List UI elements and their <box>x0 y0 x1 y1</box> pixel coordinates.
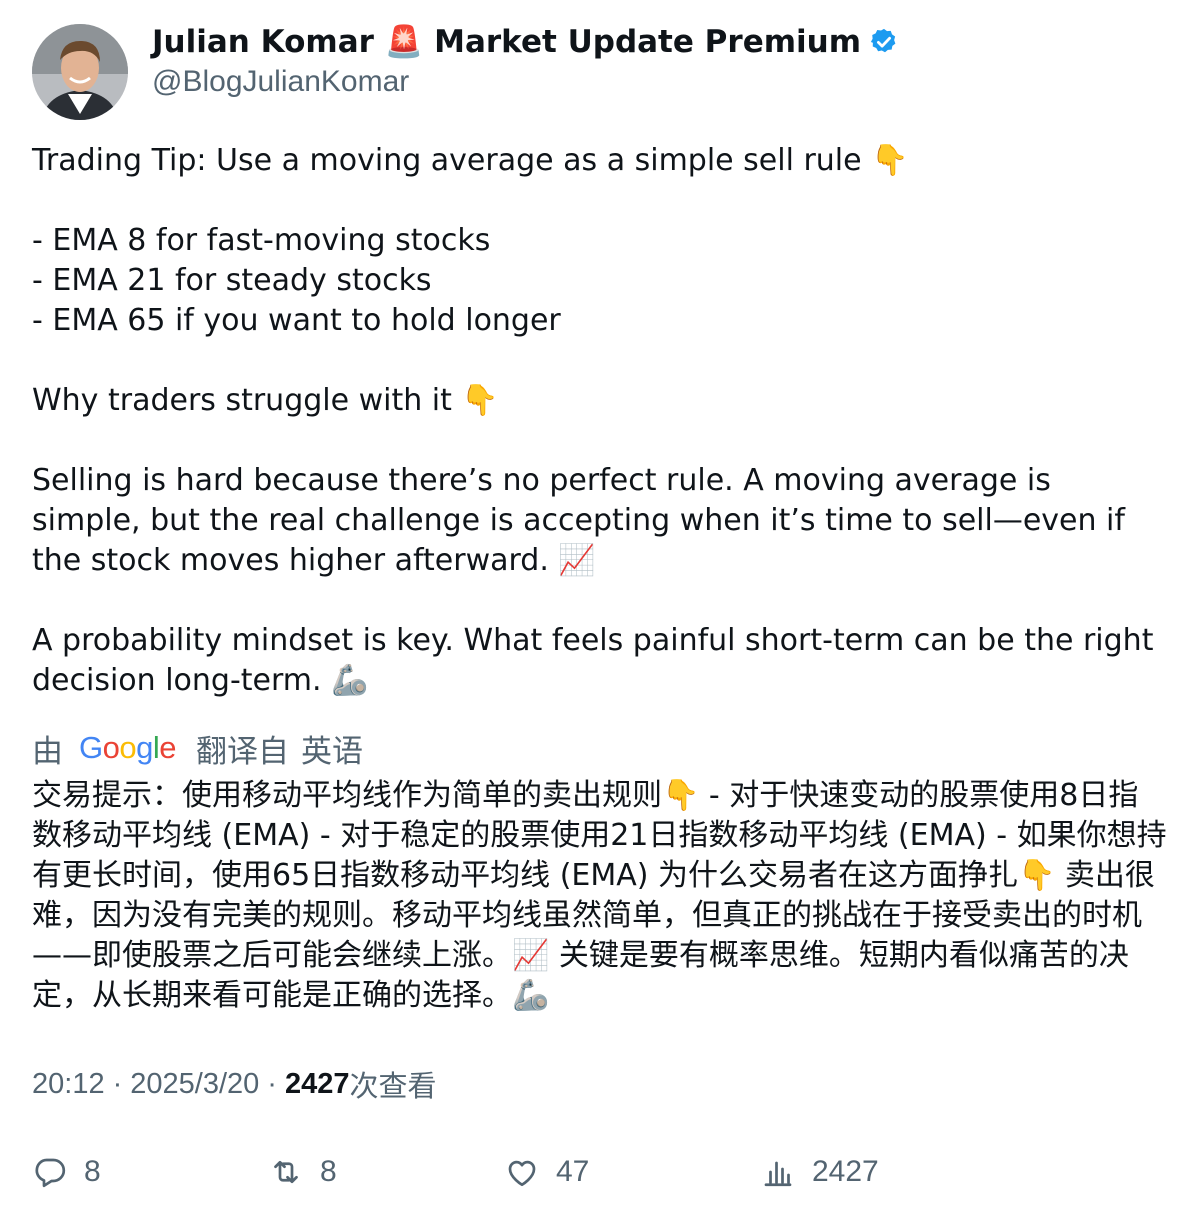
reply-count: 8 <box>84 1155 101 1188</box>
author-handle[interactable]: @BlogJulianKomar <box>152 64 899 100</box>
tweet-time[interactable]: 20:12 <box>32 1068 105 1101</box>
reply-icon <box>35 1158 66 1188</box>
tweet-text: Trading Tip: Use a moving average as a s… <box>32 143 1154 698</box>
views-count: 2427 <box>284 1067 350 1100</box>
separator: · <box>267 1067 277 1100</box>
like-icon <box>508 1160 536 1187</box>
views-button[interactable]: 2427 <box>760 1150 879 1194</box>
reply-button[interactable]: 8 <box>32 1150 101 1194</box>
tweet-header: Julian Komar 🚨 Market Update Premium @Bl… <box>32 24 1164 124</box>
tweet-metadata: 20:12 · 2025/3/20 · 2427 次查看 <box>32 1064 436 1104</box>
action-bar: 8 8 47 2427 <box>32 1150 1162 1194</box>
author-display-name[interactable]: Julian Komar 🚨 Market Update Premium <box>152 24 861 60</box>
retweet-icon <box>274 1160 298 1184</box>
translated-by-label: 由 <box>32 733 63 769</box>
translated-from-label: 翻译自 <box>196 733 290 769</box>
avatar[interactable] <box>32 24 128 120</box>
verified-badge-icon <box>870 28 896 53</box>
tweet-date[interactable]: 2025/3/20 <box>130 1068 259 1101</box>
separator: · <box>112 1067 123 1100</box>
translated-text: 交易提示：使用移动平均线作为简单的卖出规则👇 - 对于快速变动的股票使用8日指数… <box>32 778 1167 1013</box>
source-language: 英语 <box>301 733 364 769</box>
like-button[interactable]: 47 <box>504 1150 589 1194</box>
views-action-count: 2427 <box>812 1155 879 1188</box>
retweet-button[interactable]: 8 <box>268 1150 337 1194</box>
like-count: 47 <box>556 1155 590 1188</box>
retweet-count: 8 <box>320 1155 337 1188</box>
avatar-image <box>32 24 128 120</box>
translation-attribution: 由 Google 翻译自 英语 <box>32 728 364 769</box>
views-icon <box>764 1161 792 1187</box>
google-logo[interactable]: Google <box>79 730 177 766</box>
views-label: 次查看 <box>349 1071 437 1103</box>
